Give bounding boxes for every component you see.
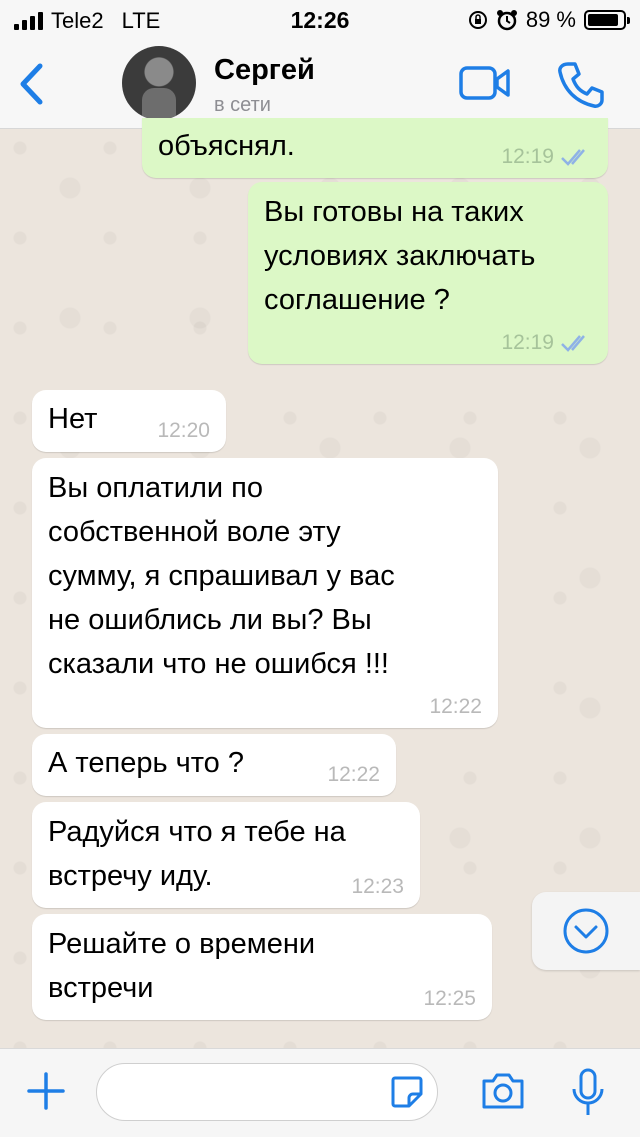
message-bubble-incoming[interactable]: Решайте о времени встречи 12:25 <box>32 914 492 1020</box>
alarm-icon <box>496 10 517 31</box>
message-input[interactable] <box>96 1063 438 1121</box>
avatar[interactable] <box>122 46 196 120</box>
message-text: Радуйся что я тебе на встречу иду. <box>48 816 346 892</box>
read-ticks-icon <box>561 335 585 352</box>
contact-status: в сети <box>214 94 271 116</box>
chevron-down-circle-icon <box>563 908 609 954</box>
microphone-icon[interactable] <box>570 1067 606 1119</box>
message-bubble-outgoing[interactable]: объяснял. 12:19 <box>142 118 608 178</box>
read-ticks-icon <box>561 149 585 166</box>
message-time: 12:19 <box>501 331 554 354</box>
message-time: 12:19 <box>501 145 554 168</box>
message-text: объяснял. <box>158 130 295 162</box>
chat-header: Сергей в сети <box>0 40 640 129</box>
video-camera-icon[interactable] <box>458 64 512 102</box>
battery-percent: 89 % <box>525 7 576 32</box>
message-bubble-incoming[interactable]: Радуйся что я тебе на встречу иду. 12:23 <box>32 802 420 908</box>
message-bubble-incoming[interactable]: Нет 12:20 <box>32 390 226 452</box>
scroll-to-bottom-button[interactable] <box>532 892 640 970</box>
message-text: Вы оплатили по собственной воле эту сумм… <box>48 472 395 680</box>
message-time: 12:20 <box>157 419 210 442</box>
message-time: 12:22 <box>429 695 482 718</box>
status-bar: Tele2 LTE 12:26 89 % <box>0 0 640 40</box>
sticker-icon[interactable] <box>389 1074 425 1110</box>
message-time: 12:23 <box>351 875 404 898</box>
message-bubble-incoming[interactable]: Вы оплатили по собственной воле эту сумм… <box>32 458 498 728</box>
message-bubble-outgoing[interactable]: Вы готовы на таких условиях заключать со… <box>248 182 608 364</box>
rotation-lock-icon <box>468 11 487 29</box>
message-text: Вы готовы на таких условиях заключать со… <box>264 196 536 316</box>
camera-icon[interactable] <box>480 1071 526 1111</box>
chevron-left-icon[interactable] <box>14 60 48 108</box>
message-input-bar <box>0 1048 640 1137</box>
contact-name[interactable]: Сергей <box>214 54 315 87</box>
message-text: А теперь что ? <box>48 747 244 779</box>
message-time: 12:22 <box>327 763 380 786</box>
message-time: 12:25 <box>423 987 476 1010</box>
battery-icon <box>584 10 630 30</box>
message-text: Нет <box>48 403 98 435</box>
message-bubble-incoming[interactable]: А теперь что ? 12:22 <box>32 734 396 796</box>
plus-icon[interactable] <box>26 1071 66 1111</box>
message-text: Решайте о времени встречи <box>48 928 316 1004</box>
phone-icon[interactable] <box>556 60 606 110</box>
